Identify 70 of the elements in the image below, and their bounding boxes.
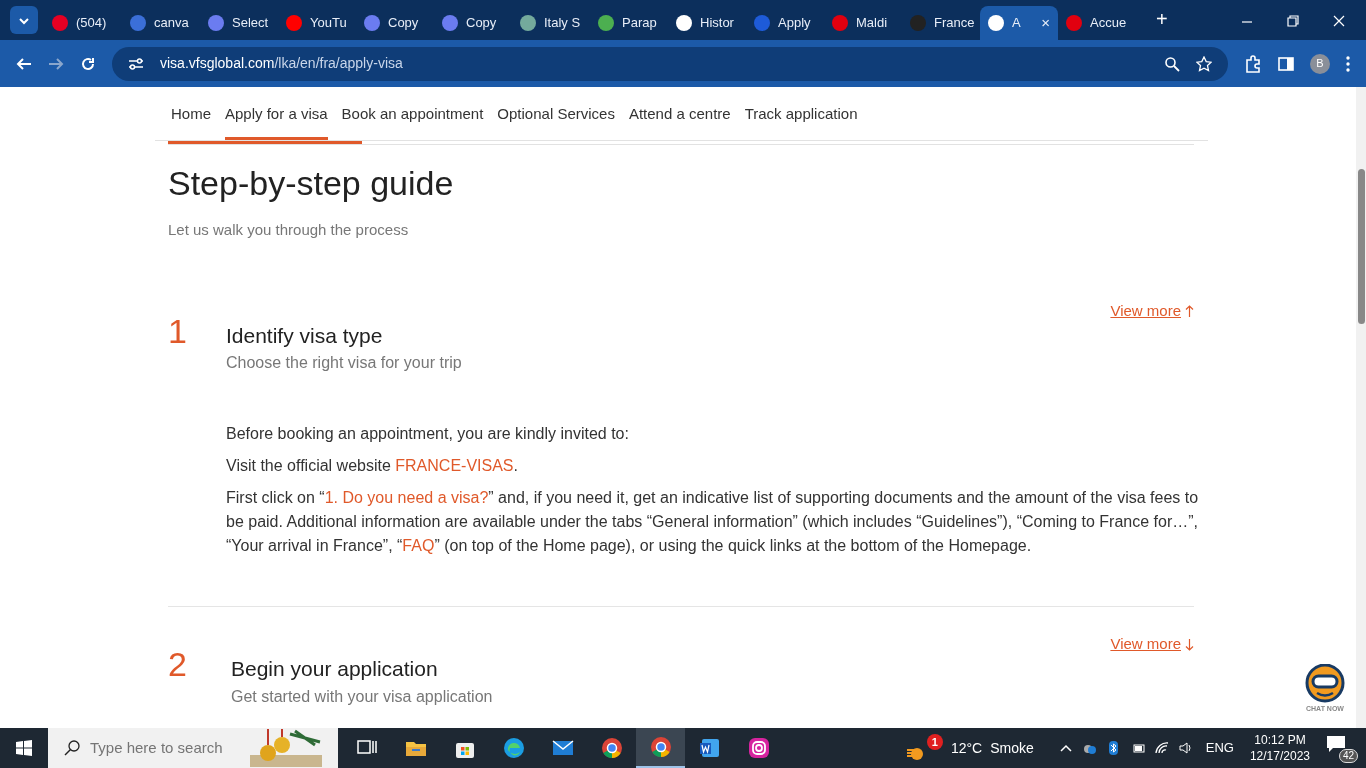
menu-icon[interactable] (1346, 55, 1350, 72)
search-field[interactable]: Type here to search (88, 735, 238, 761)
browser-tab[interactable]: Select (200, 6, 278, 40)
step-title: Identify visa type (226, 322, 384, 349)
nav-link[interactable]: Book an appointment (341, 103, 484, 140)
notification-badge: 1 (926, 734, 943, 751)
bookmark-star-icon[interactable] (1196, 55, 1212, 72)
browser-tab[interactable]: Parap (590, 6, 668, 40)
text-link[interactable]: FRANCE-VISAS (395, 457, 514, 475)
close-icon[interactable] (1332, 13, 1346, 28)
chevron-down-icon (19, 15, 29, 26)
chat-bot-icon[interactable] (1304, 663, 1346, 704)
wifi-icon[interactable] (1153, 740, 1170, 756)
nav-link[interactable]: Attend a centre (628, 103, 731, 140)
page-title: Step-by-step guide (168, 162, 455, 204)
browser-tab[interactable]: (504) (44, 6, 122, 40)
browser-icon[interactable] (636, 728, 685, 768)
paragraph: Visit the official website FRANCE-VISAS. (226, 456, 519, 477)
view-more-link[interactable]: View more (1110, 633, 1181, 656)
extensions-icon[interactable] (1244, 54, 1262, 73)
zoom-icon[interactable] (1164, 55, 1180, 72)
new-tab-button[interactable]: + (1150, 8, 1174, 30)
tab-search-button[interactable] (10, 6, 38, 34)
page-subtitle: Let us walk you through the process (168, 220, 410, 241)
browser-tab[interactable]: Copy (356, 6, 434, 40)
forward-button[interactable] (48, 55, 64, 72)
language-indicator[interactable]: ENG (1205, 738, 1234, 758)
side-panel-icon[interactable] (1278, 55, 1294, 72)
step-title: Begin your application (231, 656, 439, 683)
ornament-drawing (250, 729, 322, 767)
start-icon[interactable] (16, 740, 32, 756)
site-info-icon[interactable] (128, 56, 144, 71)
clock-time[interactable]: 10:12 PM (1249, 731, 1310, 748)
close-tab-button[interactable]: × (1041, 11, 1050, 35)
notifications-icon[interactable] (1326, 735, 1346, 753)
browser-tab[interactable]: Maldi (824, 6, 902, 40)
browser-tab[interactable]: Accue (1058, 6, 1136, 40)
step-subtitle: Get started with your visa application (231, 686, 494, 707)
browser-tab[interactable]: Histor (668, 6, 746, 40)
browser-tab[interactable]: Apply (746, 6, 824, 40)
weather-text: Smoke (990, 738, 1034, 758)
step-number: 1 (168, 313, 188, 352)
browser-tab[interactable]: Italy S (512, 6, 590, 40)
text-link[interactable]: 1. Do you need a visa? (324, 489, 489, 507)
browser-tab[interactable]: A × (980, 6, 1058, 40)
step-subtitle: Choose the right visa for your trip (226, 353, 463, 374)
search-box[interactable]: Type here to search (48, 728, 338, 768)
browser-tab[interactable]: France (902, 6, 980, 40)
back-button[interactable] (16, 55, 32, 72)
restore-icon[interactable] (1286, 13, 1300, 28)
notification-count: 42 (1338, 749, 1358, 763)
volume-icon[interactable] (1177, 740, 1194, 756)
browser-tab[interactable]: YouTu (278, 6, 356, 40)
nav-link[interactable]: Home (171, 103, 211, 140)
step-number: 2 (168, 647, 188, 686)
paragraph: Before booking an appointment, you are kindly invited to: (226, 424, 630, 445)
url-text: visa.vfsglobal.com/lka/en/fra/apply-visa (160, 54, 403, 73)
browser-tab[interactable]: canva (122, 6, 200, 40)
temperature-text: 12°C (950, 738, 983, 758)
text-link[interactable]: FAQ (402, 537, 435, 555)
scrollbar-thumb[interactable] (1358, 169, 1365, 324)
nav-link[interactable]: Track application (744, 103, 858, 140)
address-bar[interactable]: visa.vfsglobal.com/lka/en/fra/apply-visa (112, 46, 1228, 81)
paragraph: First click on “1. Do you need a visa?” and, if you need it, get an indicative list of supporting documents and the amount of the visa fees to be paid. Additional information are available under the tabs “General information” (which includes “Guidelines”), “Coming to France for…”, “Your arrival in France”, “FAQ” (on top of the Home page), or using the quick links at the bottom of the Homepage. (226, 488, 1200, 557)
search-icon (64, 740, 80, 756)
nav-link[interactable]: Optional Services (497, 103, 615, 140)
browser-tab[interactable]: Copy (434, 6, 512, 40)
reload-button[interactable] (80, 55, 96, 72)
clock-date[interactable]: 12/17/2023 (1249, 748, 1310, 765)
view-more-link[interactable]: View more (1110, 299, 1181, 323)
